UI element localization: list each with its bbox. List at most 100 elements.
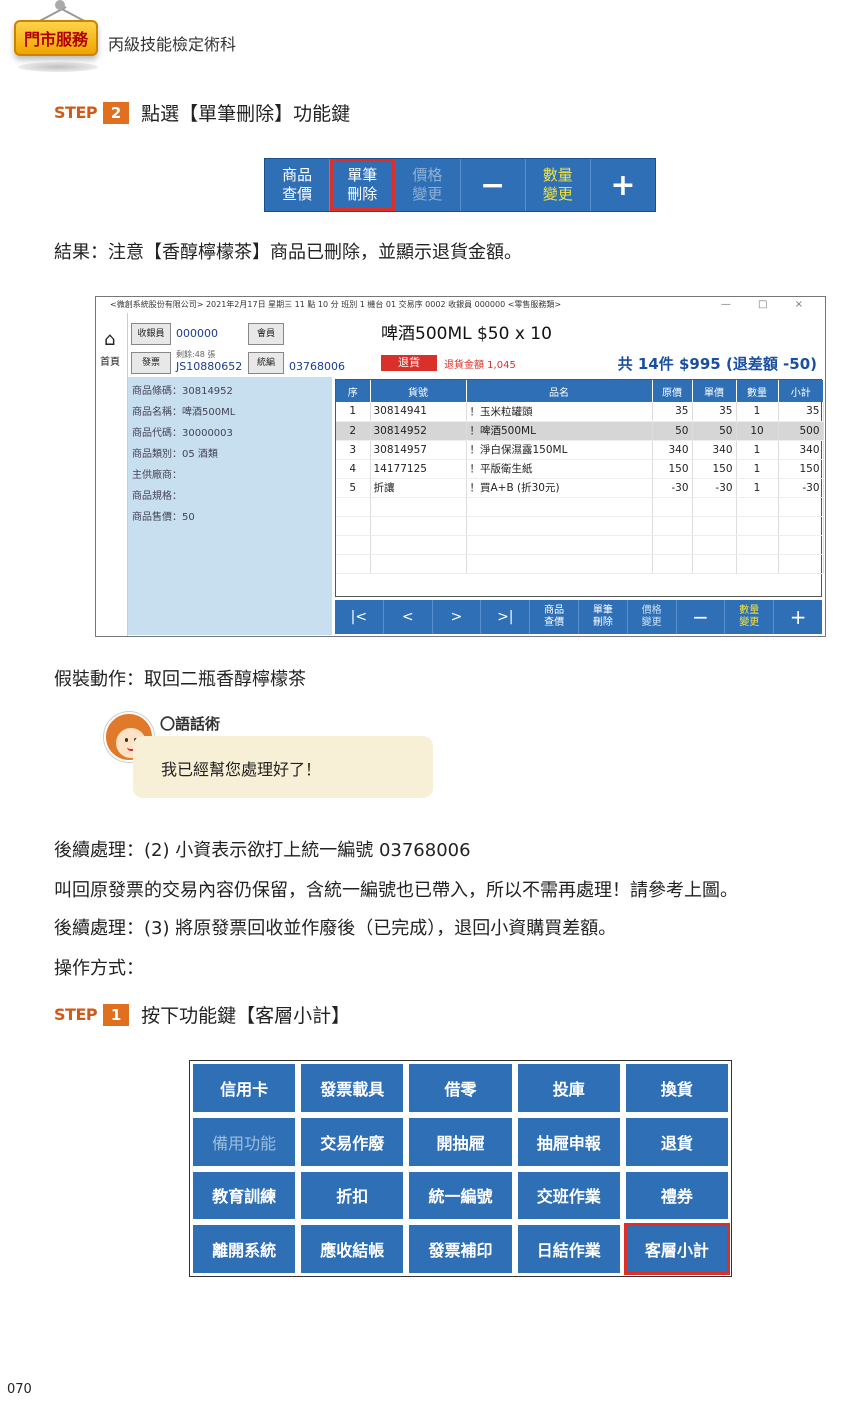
result-text: 結果：注意【香醇檸檬茶】商品已刪除，並顯示退貨金額。 [54,242,522,263]
col-name: 品名 [466,380,653,402]
price-check-button[interactable]: 商品 查價 [265,159,331,211]
col-subtotal: 小計 [778,380,823,402]
table-row[interactable]: 4 14177125 ！平版衛生紙 150 150 1 150 [336,459,824,479]
function-keypad: 信用卡 發票載具 借零 投庫 換貨 備用功能 交易作廢 開抽屜 抽屜申報 退貨 … [189,1060,732,1277]
voucher-key[interactable]: 禮券 [625,1171,728,1220]
fake-action-text: 假裝動作：取回二瓶香醇檸檬茶 [54,669,306,690]
drawer-report-key[interactable]: 抽屜申報 [517,1117,620,1166]
header-subtitle: 丙級技能檢定術科 [108,35,237,54]
pos-screen: <微創系統股份有限公司> 2021年2月17日 星期三 11 點 10 分 班別… [95,296,826,637]
step-label: STEP [54,103,98,122]
receivable-checkout-key[interactable]: 應收結帳 [301,1225,404,1273]
exit-system-key[interactable]: 離開系統 [193,1225,296,1273]
table-row[interactable]: 2 30814952 ！啤酒500ML 50 50 10 500 [336,421,824,441]
speech-text: 我已經幫您處理好了！ [161,760,322,779]
table-row-empty [336,535,824,555]
tax-id-number: 03768006 [289,360,345,373]
product-info-panel: 商品條碼：30814952 商品名稱：啤酒500ML 商品代碼：30000003… [128,377,332,635]
invoice-number: JS10880652 [176,360,243,373]
table-row[interactable]: 5 折讓 ！買A+B (折30元) -30 -30 1 -30 [336,478,824,498]
pos-bottom-bar: |< < > >| 商品 查價 單筆 刪除 價格 變更 − 數量 變更 + [335,600,822,634]
borrow-change-key[interactable]: 借零 [409,1064,512,1112]
step-label: STEP [54,1005,98,1024]
followup-line-1: 後續處理：(2) 小資表示欲打上統一編號 03768006 [54,840,471,861]
home-icon[interactable]: ⌂ [104,329,115,350]
credit-card-key[interactable]: 信用卡 [193,1064,296,1112]
col-qty: 數量 [736,380,779,402]
page-header: 門市服務 丙級技能檢定術科 [0,0,856,80]
plus-button[interactable]: + [774,600,822,634]
open-drawer-key[interactable]: 開抽屜 [409,1117,512,1166]
items-table: 序 貨號 品名 原價 單價 數量 小計 1 30814941 ！玉米粒罐頭 35 35… [335,379,824,597]
step-number: 2 [103,101,130,124]
training-key[interactable]: 教育訓練 [193,1171,296,1220]
info-barcode: 商品條碼：30814952 [132,386,233,397]
price-change-button[interactable]: 價格 變更 [395,159,461,211]
tax-id-key[interactable]: 統一編號 [409,1171,512,1220]
col-orig-price: 原價 [652,380,693,402]
deposit-key[interactable]: 投庫 [517,1064,620,1112]
function-toolbar: 商品 查價 單筆 刪除 價格 變更 − 數量 變更 + [264,158,656,212]
info-supplier: 主供廠商： [132,470,182,481]
col-sku: 貨號 [370,380,467,402]
invoice-carrier-key[interactable]: 發票載具 [301,1064,404,1112]
first-page-button[interactable]: |< [335,600,384,634]
next-page-button[interactable]: > [433,600,482,634]
return-amount: 退貨金額 1,045 [444,360,516,371]
table-row-empty [336,497,824,517]
cashier-button[interactable]: 收銀員 [131,323,171,345]
return-button[interactable]: 退貨 [381,355,437,371]
customer-subtotal-key[interactable]: 客層小計 [623,1223,730,1275]
tax-id-button[interactable]: 統編 [248,352,284,374]
info-spec: 商品規格： [132,491,182,502]
prev-page-button[interactable]: < [384,600,433,634]
table-row[interactable]: 3 30814957 ！淨白保濕露150ML 340 340 1 340 [336,440,824,460]
talk-title: 〇語話術 [160,715,221,733]
spare-function-key[interactable]: 備用功能 [193,1117,296,1166]
info-category: 商品類別：05 酒類 [132,449,218,460]
table-row-empty [336,516,824,536]
current-product: 啤酒500ML $50 x 10 [381,324,552,344]
minus-button[interactable]: − [677,600,726,634]
pin-icon [55,0,65,10]
speech-bubble: 我已經幫您處理好了！ [133,736,433,798]
minus-button[interactable]: − [461,159,526,211]
home-label[interactable]: 首頁 [100,353,120,368]
last-page-button[interactable]: >| [481,600,531,634]
left-rail: ⌂ 首頁 [96,313,128,636]
step-text: 點選【單筆刪除】功能鍵 [141,103,351,125]
void-transaction-key[interactable]: 交易作廢 [301,1117,404,1166]
price-change-button[interactable]: 價格 變更 [628,600,677,634]
invoice-remaining: 剩餘:48 張 [176,350,216,359]
plus-button[interactable]: + [591,159,655,211]
table-row[interactable]: 1 30814941 ！玉米粒罐頭 35 35 1 35 [336,402,824,422]
member-button[interactable]: 會員 [248,323,284,345]
return-key[interactable]: 退貨 [625,1117,728,1166]
daily-close-key[interactable]: 日結作業 [517,1225,620,1273]
badge-shadow [18,62,98,72]
window-controls[interactable]: — □ × [721,299,815,310]
quantity-change-button[interactable]: 數量 變更 [725,600,775,634]
section-badge: 門市服務 [14,20,98,56]
shift-change-key[interactable]: 交班作業 [517,1171,620,1220]
step-text: 按下功能鍵【客層小計】 [141,1005,351,1027]
followup-line-4: 操作方式： [54,958,144,979]
cashier-number: 000000 [176,327,218,340]
step-1: STEP 1 按下功能鍵【客層小計】 [54,1001,350,1028]
quantity-change-button[interactable]: 數量 變更 [526,159,591,211]
col-unit-price: 單價 [692,380,737,402]
single-delete-button[interactable]: 單筆 刪除 [330,159,396,211]
price-check-button[interactable]: 商品 查價 [530,600,579,634]
page-number: 070 [7,1382,32,1397]
step-2: STEP 2 點選【單筆刪除】功能鍵 [54,99,350,126]
step-number: 1 [103,1003,130,1026]
single-delete-button[interactable]: 單筆 刪除 [579,600,628,634]
info-name: 商品名稱：啤酒500ML [132,407,236,418]
invoice-button[interactable]: 發票 [131,352,171,374]
invoice-reprint-key[interactable]: 發票補印 [409,1225,512,1273]
table-row-empty [336,554,824,574]
discount-key[interactable]: 折扣 [301,1171,404,1220]
exchange-key[interactable]: 換貨 [625,1064,728,1112]
info-price: 商品售價：50 [132,512,195,523]
window-title: <微創系統股份有限公司> 2021年2月17日 星期三 11 點 10 分 班別… [110,300,562,309]
